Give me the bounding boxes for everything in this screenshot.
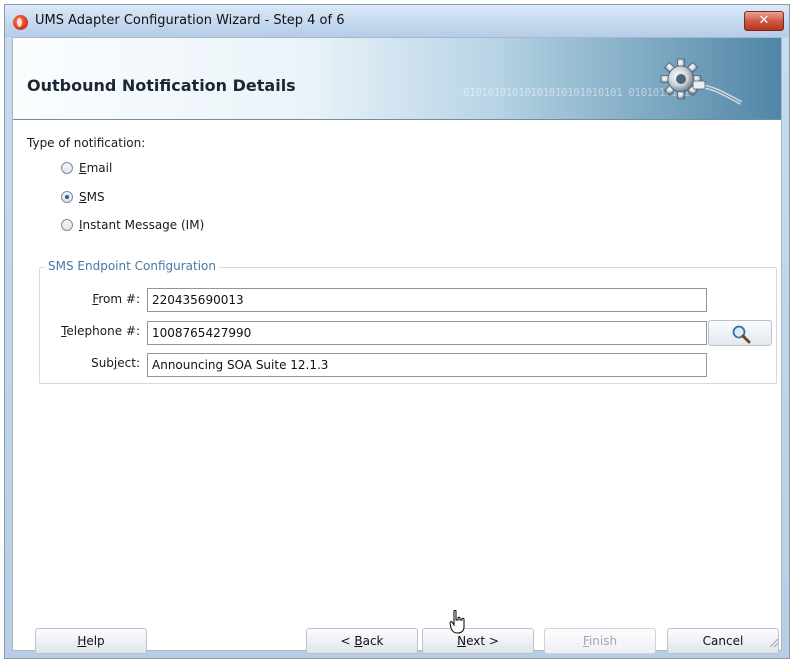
wizard-content: Outbound Notification Details 0101010101… — [12, 37, 782, 654]
help-button[interactable]: Help — [35, 628, 147, 654]
finish-button[interactable]: Finish — [544, 628, 656, 654]
radio-circle-checked[interactable] — [61, 191, 73, 203]
radio-circle[interactable] — [61, 162, 73, 174]
gear-cable-icon — [660, 58, 742, 105]
page-title: Outbound Notification Details — [27, 76, 296, 95]
telephone-lookup-button[interactable] — [708, 320, 772, 346]
sms-endpoint-legend: SMS Endpoint Configuration — [45, 259, 220, 273]
from-number-input[interactable] — [147, 288, 707, 312]
back-button[interactable]: < Back — [306, 628, 418, 654]
cancel-button[interactable]: Cancel — [667, 628, 779, 654]
magnifier-icon — [732, 325, 751, 344]
wizard-window: UMS Adapter Configuration Wizard - Step … — [4, 4, 790, 659]
resize-grip-icon[interactable] — [767, 636, 779, 648]
subject-label: Subject: — [91, 356, 140, 370]
radio-email[interactable]: Email — [61, 159, 112, 177]
radio-instant-message[interactable]: Instant Message (IM) — [61, 216, 204, 234]
mouse-pointer-icon — [449, 610, 465, 634]
window-title: UMS Adapter Configuration Wizard - Step … — [35, 13, 345, 28]
radio-sms-label: SMS — [79, 190, 105, 204]
header-banner: Outbound Notification Details 0101010101… — [13, 38, 781, 120]
oracle-app-icon — [13, 15, 28, 30]
telephone-label: Telephone #: — [61, 324, 140, 338]
telephone-number-input[interactable] — [147, 321, 707, 345]
radio-im-label: Instant Message (IM) — [79, 218, 205, 232]
notification-type-label: Type of notification: — [27, 136, 146, 150]
next-button[interactable]: Next > — [422, 628, 534, 654]
subject-input[interactable] — [147, 353, 707, 377]
title-bar[interactable]: UMS Adapter Configuration Wizard - Step … — [5, 5, 789, 37]
from-label: From #: — [92, 292, 140, 306]
radio-sms[interactable]: SMS — [61, 188, 105, 206]
radio-email-label: Email — [79, 161, 113, 175]
close-button[interactable]: ✕ — [744, 11, 784, 31]
radio-circle[interactable] — [61, 219, 73, 231]
